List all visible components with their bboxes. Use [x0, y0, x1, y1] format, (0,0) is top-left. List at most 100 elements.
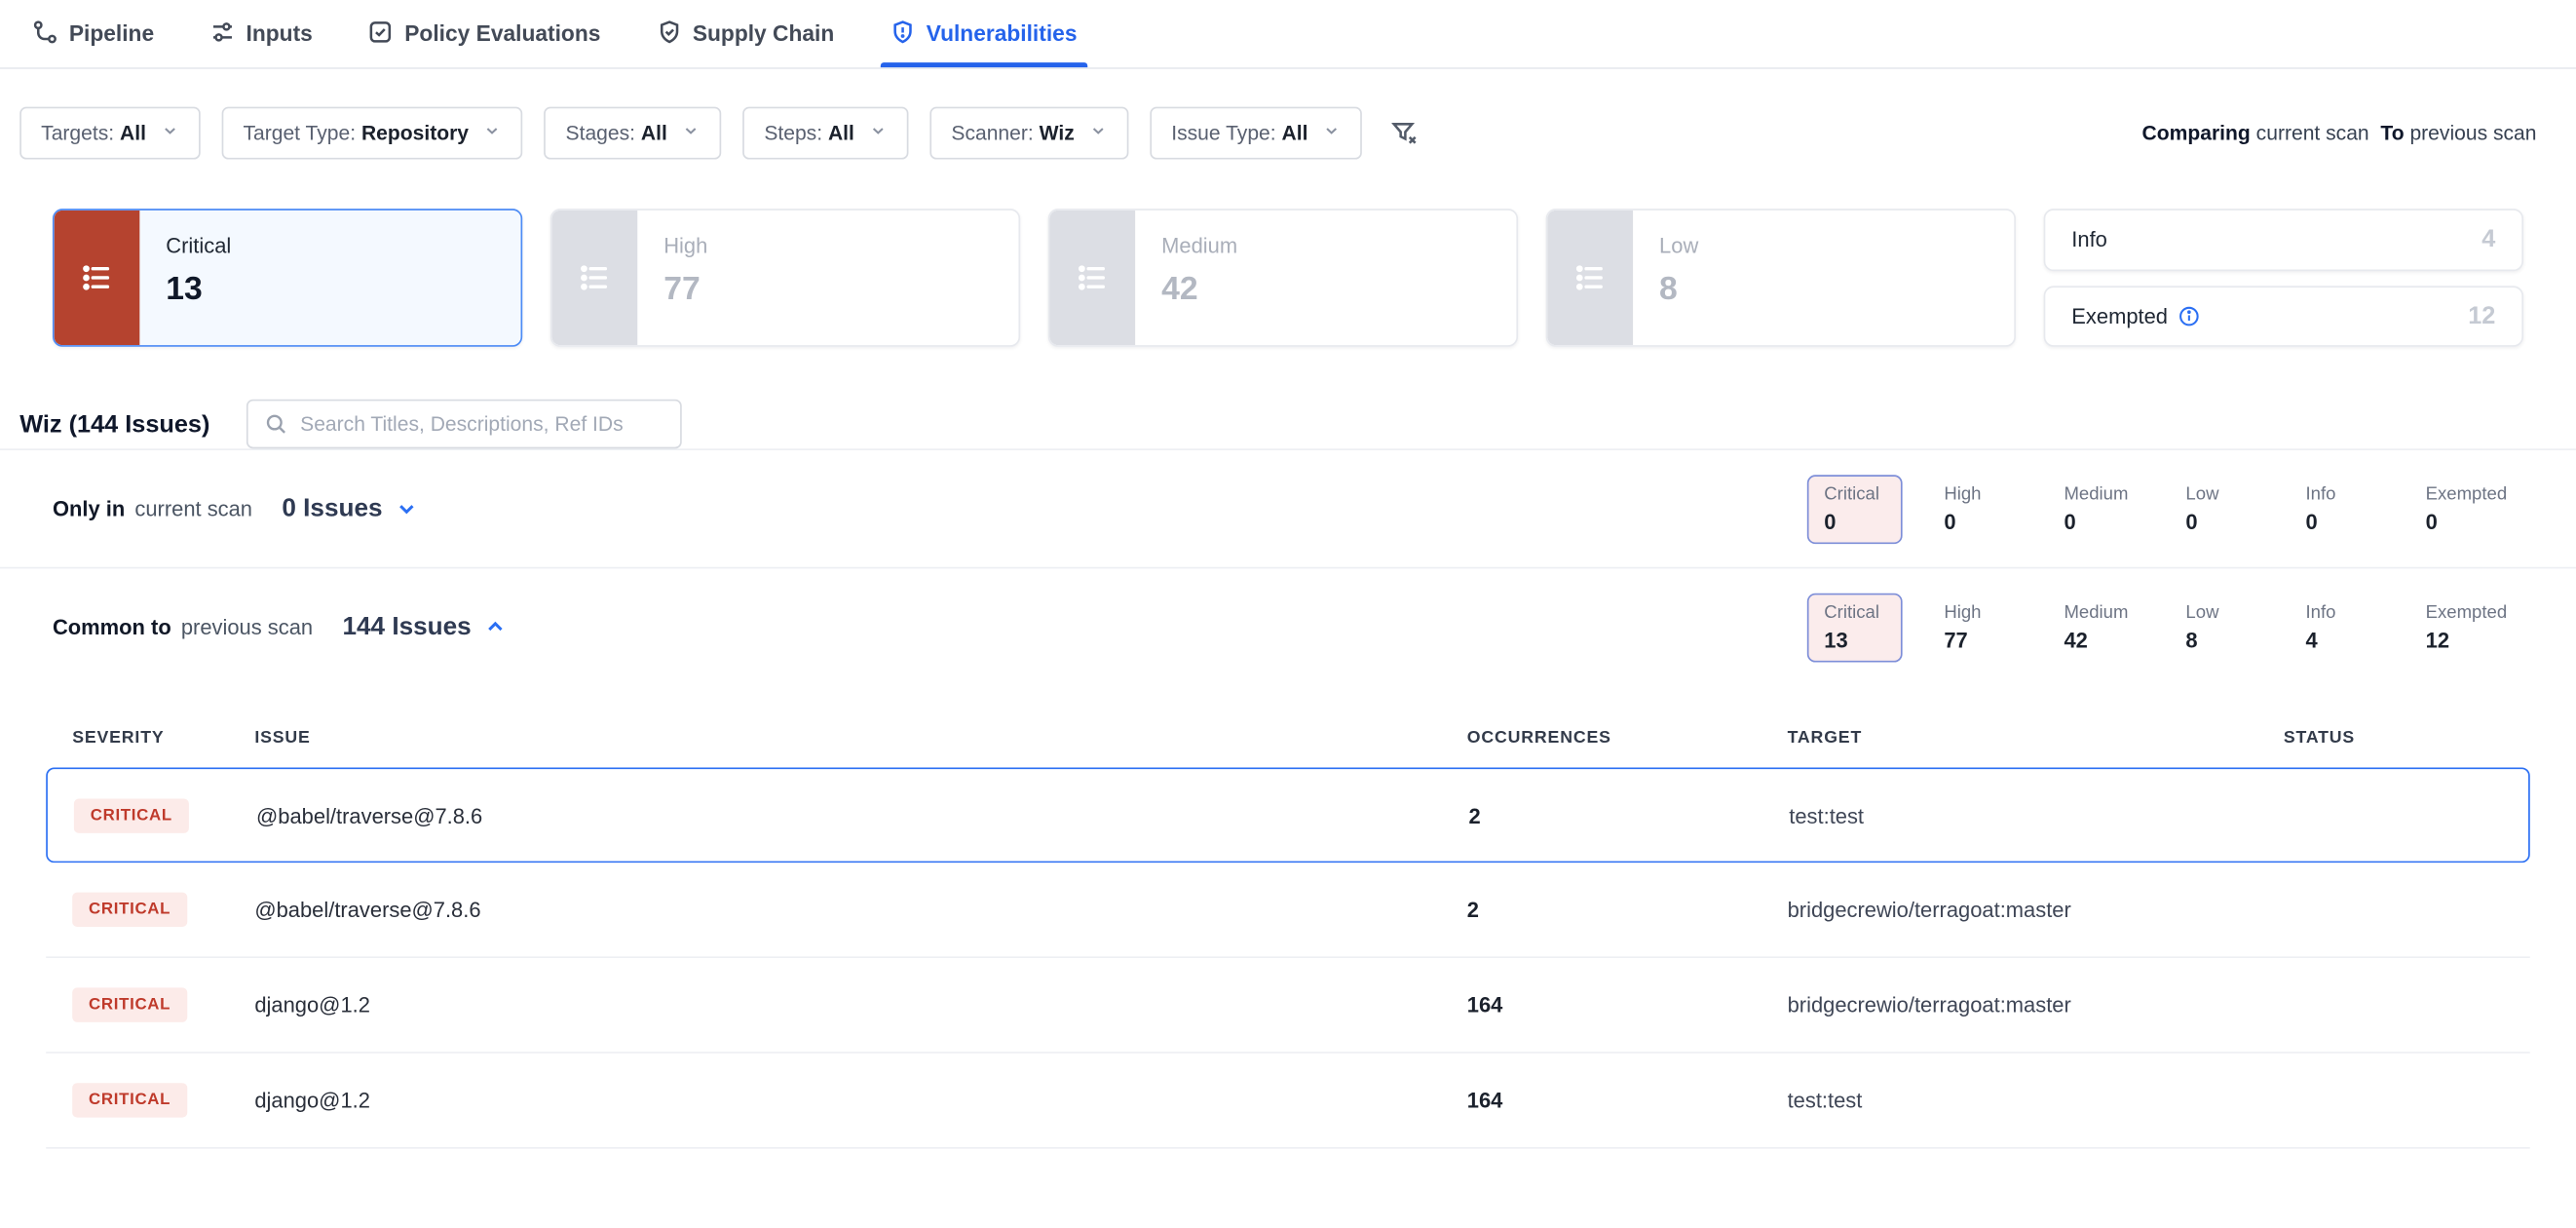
severity-label: Critical [166, 233, 231, 257]
tab-policy-evaluations[interactable]: Policy Evaluations [368, 0, 600, 67]
top-tab-bar: Pipeline Inputs Policy Evaluations Suppl… [0, 0, 2576, 69]
target-cell: test:test [1788, 1088, 2284, 1112]
severity-card-low[interactable]: Low 8 [1546, 209, 2016, 347]
filter-steps[interactable]: Steps: All [742, 107, 908, 160]
section-issue-count: 144 Issues [342, 612, 506, 641]
severity-chip-row: Critical 13 High 77 Medium 42 Low 8 Info… [1807, 593, 2523, 662]
severity-card-exempted[interactable]: Exempted 12 [2044, 286, 2523, 347]
severity-card-body: Critical 13 [139, 211, 257, 345]
severity-list-icon [55, 211, 140, 345]
section-issue-count: 0 Issues [282, 494, 417, 523]
chip-medium[interactable]: Medium 42 [2048, 593, 2145, 662]
chip-value: 0 [1944, 509, 2006, 533]
search-icon [264, 412, 287, 436]
filter-targets[interactable]: Targets: All [19, 107, 200, 160]
clear-filters-icon[interactable] [1391, 120, 1418, 146]
severity-label: Medium [1161, 233, 1237, 257]
chip-label: High [1944, 484, 2006, 504]
section-toggle[interactable]: Only in current scan 0 Issues [53, 494, 417, 523]
target-cell: test:test [1789, 803, 2285, 827]
tab-inputs[interactable]: Inputs [209, 0, 312, 67]
chip-high[interactable]: High 77 [1927, 593, 2023, 662]
severity-label: Low [1659, 233, 1698, 257]
chip-low[interactable]: Low 0 [2170, 474, 2265, 543]
chip-value: 12 [2426, 627, 2508, 651]
chip-value: 0 [2064, 509, 2128, 533]
severity-card-high[interactable]: High 77 [550, 209, 1020, 347]
chip-exempted[interactable]: Exempted 12 [2409, 593, 2523, 662]
chip-info[interactable]: Info 0 [2290, 474, 2385, 543]
target-cell: bridgecrewio/terragoat:master [1788, 992, 2284, 1017]
section-toggle[interactable]: Common to previous scan 144 Issues [53, 612, 506, 641]
chip-low[interactable]: Low 8 [2170, 593, 2265, 662]
severity-badge: CRITICAL [72, 1083, 187, 1117]
chip-critical[interactable]: Critical 0 [1807, 474, 1903, 543]
issues-table: SEVERITY ISSUE OCCURRENCES TARGET STATUS… [46, 685, 2530, 1149]
severity-card-critical[interactable]: Critical 13 [53, 209, 522, 347]
filter-label: Steps: [764, 122, 822, 145]
tab-label: Inputs [246, 21, 313, 46]
severity-card-medium[interactable]: Medium 42 [1048, 209, 1518, 347]
filter-value: All [641, 122, 667, 145]
filter-value: All [120, 122, 146, 145]
severity-list-icon [1547, 211, 1633, 345]
filter-stages[interactable]: Stages: All [545, 107, 722, 160]
search-input[interactable] [300, 412, 663, 436]
chip-high[interactable]: High 0 [1927, 474, 2023, 543]
tab-vulnerabilities[interactable]: Vulnerabilities [890, 0, 1078, 67]
column-header-status: STATUS [2284, 728, 2504, 748]
issue-cell: @babel/traverse@7.8.6 [256, 803, 1468, 827]
filter-target-type[interactable]: Target Type: Repository [222, 107, 523, 160]
section-scope: previous scan [181, 615, 313, 639]
severity-label: Exempted [2071, 304, 2199, 328]
shield-icon [657, 19, 681, 48]
severity-card-info[interactable]: Info 4 [2044, 209, 2523, 270]
section-prefix: Only in [53, 496, 125, 520]
column-header-issue: ISSUE [254, 728, 1466, 748]
table-row[interactable]: CRITICAL django@1.2 164 bridgecrewio/ter… [46, 958, 2530, 1054]
severity-list-icon [1049, 211, 1135, 345]
comparing-word: To [2380, 122, 2404, 145]
tab-supply-chain[interactable]: Supply Chain [657, 0, 835, 67]
tab-pipeline[interactable]: Pipeline [33, 0, 154, 67]
chip-critical[interactable]: Critical 13 [1807, 593, 1903, 662]
comparing-text: current scan [2256, 122, 2369, 145]
filter-value: Wiz [1040, 122, 1075, 145]
chevron-down-icon [1323, 122, 1342, 145]
chip-value: 77 [1944, 627, 2006, 651]
chip-label: High [1944, 602, 2006, 622]
vulnerabilities-page: Pipeline Inputs Policy Evaluations Suppl… [0, 0, 2576, 1228]
occurrences-cell: 164 [1467, 1088, 1788, 1112]
chip-value: 13 [1824, 627, 1886, 651]
table-row[interactable]: CRITICAL @babel/traverse@7.8.6 2 bridgec… [46, 863, 2530, 958]
comparing-label: Comparing current scan To previous scan [2142, 122, 2557, 145]
chip-label: Critical [1824, 602, 1886, 622]
issue-cell: django@1.2 [254, 992, 1466, 1017]
table-row[interactable]: CRITICAL @babel/traverse@7.8.6 2 test:te… [46, 767, 2530, 863]
filter-label: Issue Type: [1171, 122, 1275, 145]
comparing-text: previous scan [2409, 122, 2536, 145]
chevron-up-icon[interactable] [484, 616, 506, 637]
chip-info[interactable]: Info 4 [2290, 593, 2385, 662]
chip-value: 0 [2306, 509, 2368, 533]
filter-issue-type[interactable]: Issue Type: All [1150, 107, 1362, 160]
filter-value: Repository [361, 122, 469, 145]
column-header-occurrences: OCCURRENCES [1467, 728, 1788, 748]
occurrences-cell: 164 [1467, 992, 1788, 1017]
severity-summary-row: Critical 13 High 77 Medium 42 [53, 209, 2523, 347]
chip-value: 4 [2306, 627, 2368, 651]
info-icon[interactable] [2178, 305, 2199, 326]
chip-value: 0 [2185, 509, 2248, 533]
section-prefix: Common to [53, 615, 171, 639]
severity-count: 8 [1659, 271, 1698, 309]
chip-label: Low [2185, 484, 2248, 504]
tab-label: Policy Evaluations [404, 21, 600, 46]
filter-scanner[interactable]: Scanner: Wiz [929, 107, 1128, 160]
chip-label: Medium [2064, 484, 2128, 504]
filter-label: Scanner: [951, 122, 1033, 145]
chip-exempted[interactable]: Exempted 0 [2409, 474, 2523, 543]
severity-count: 12 [2468, 302, 2495, 330]
chevron-down-icon[interactable] [396, 498, 417, 519]
chip-medium[interactable]: Medium 0 [2048, 474, 2145, 543]
table-row[interactable]: CRITICAL django@1.2 164 test:test [46, 1054, 2530, 1149]
